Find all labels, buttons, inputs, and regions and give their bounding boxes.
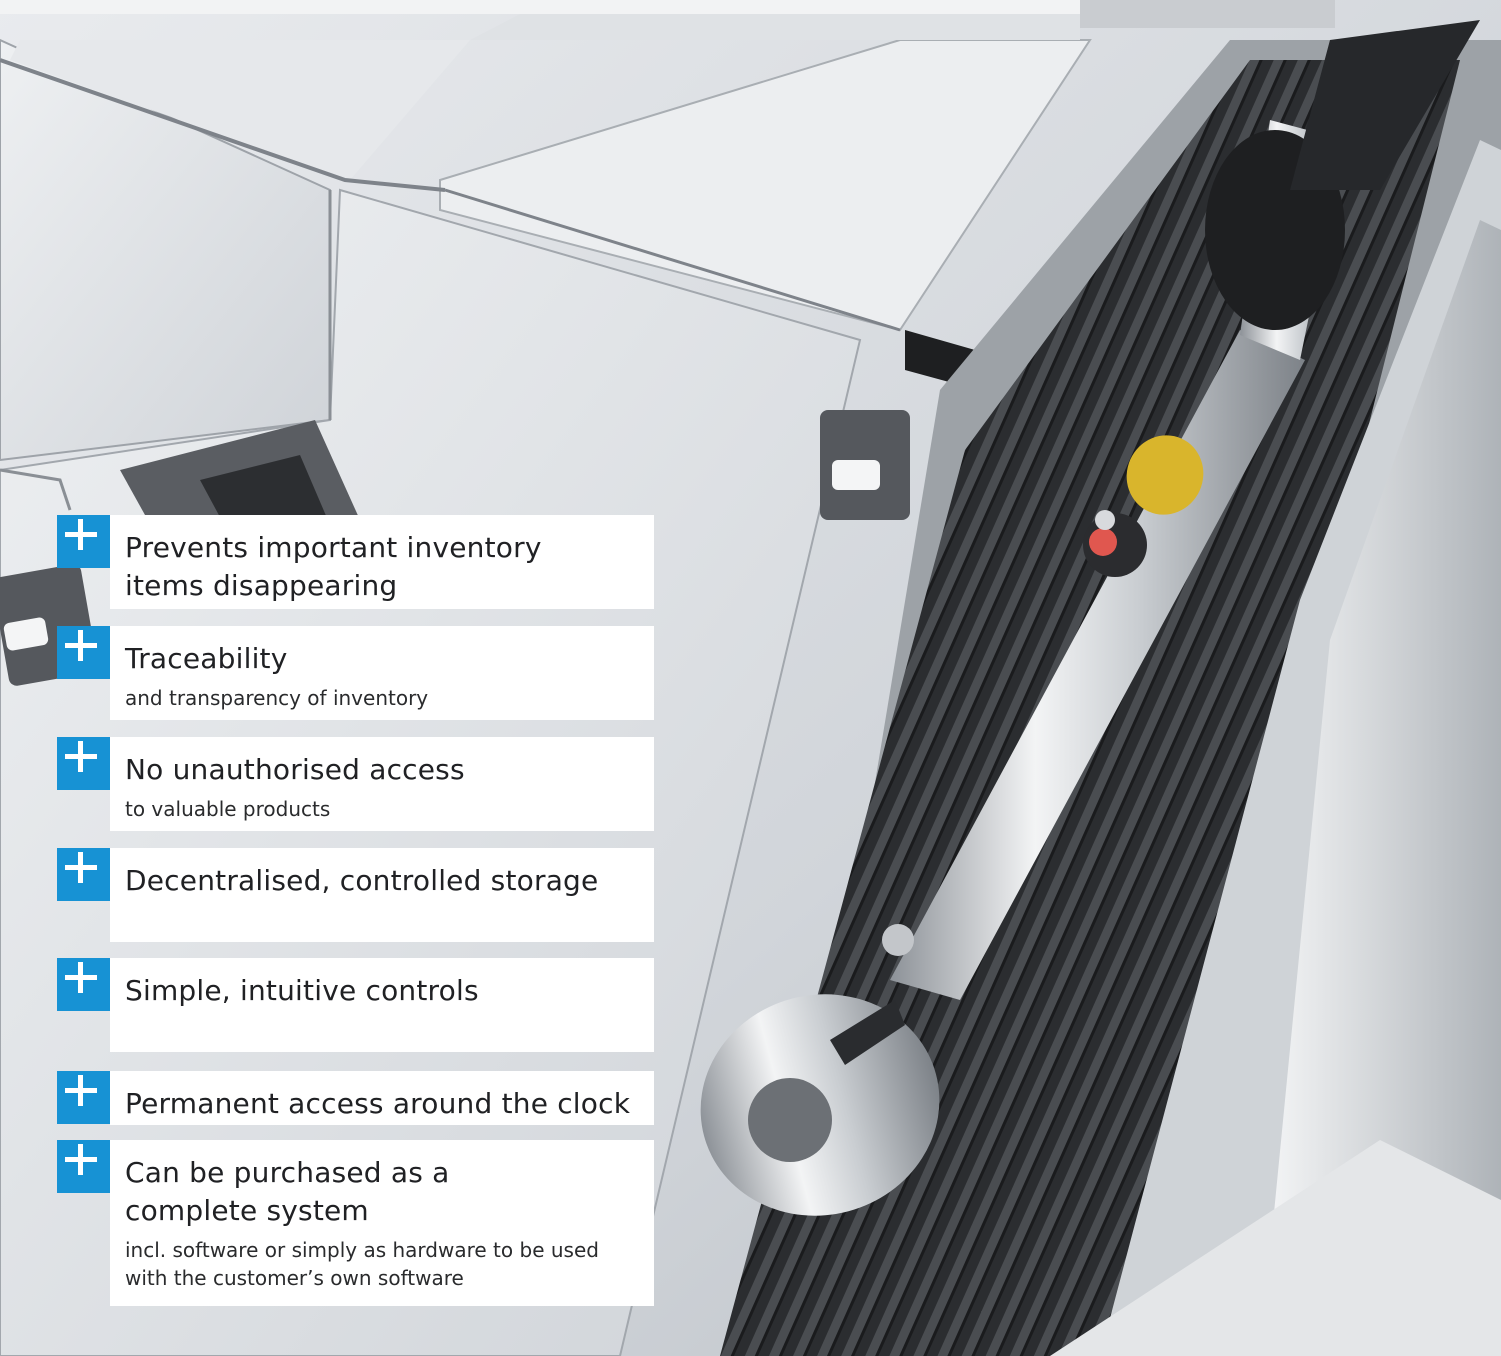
feature-item: Permanent access around the clock	[57, 1071, 654, 1125]
feature-item: Can be purchased as a complete system in…	[57, 1140, 654, 1306]
feature-subtitle: to valuable products	[125, 797, 331, 821]
plus-icon	[57, 848, 110, 901]
plus-icon	[57, 958, 110, 1011]
feature-title: No unauthorised access	[125, 753, 465, 786]
plus-icon	[57, 737, 110, 790]
plus-icon	[57, 1140, 110, 1193]
feature-item: Simple, intuitive controls	[57, 958, 654, 1052]
feature-subtitle: incl. software or simply as hardware to …	[125, 1238, 599, 1290]
feature-title: Decentralised, controlled storage	[125, 864, 599, 897]
feature-item: Traceability and transparency of invento…	[57, 626, 654, 720]
feature-item: No unauthorised access to valuable produ…	[57, 737, 654, 831]
feature-title: Simple, intuitive controls	[125, 974, 479, 1007]
feature-item: Prevents important inventory items disap…	[57, 515, 654, 609]
plus-icon	[57, 626, 110, 679]
feature-item: Decentralised, controlled storage	[57, 848, 654, 942]
feature-title: Prevents important inventory items disap…	[125, 531, 542, 602]
feature-title: Can be purchased as a complete system	[125, 1156, 450, 1227]
feature-subtitle: and transparency of inventory	[125, 686, 429, 710]
feature-title: Permanent access around the clock	[125, 1087, 631, 1120]
feature-title: Traceability	[125, 642, 288, 675]
plus-icon	[57, 515, 110, 568]
plus-icon	[57, 1071, 110, 1124]
